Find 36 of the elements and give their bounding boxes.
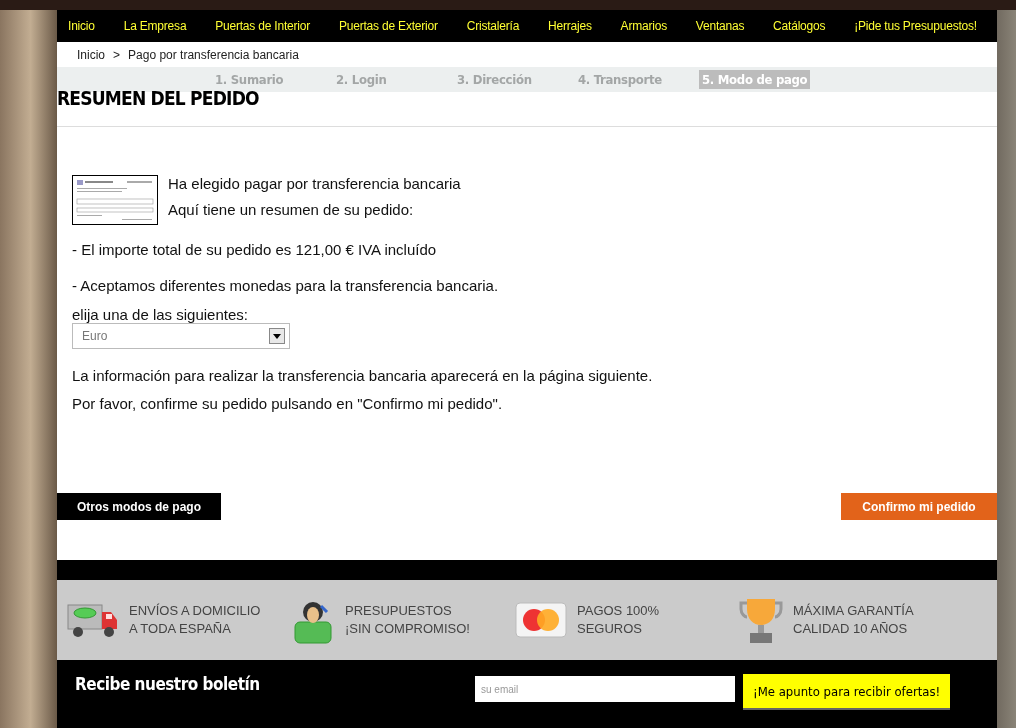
info-text: Por favor, confirme su pedido pulsando en "Confirmo mi pedido". — [72, 395, 504, 412]
checkout-step: 1. Sumario — [215, 72, 336, 87]
nav-link[interactable]: ¡Pide tus Presupuestos! — [854, 19, 977, 33]
nav-link[interactable]: Ventanas — [695, 19, 745, 33]
info-text: Aquí tiene un resumen de su pedido: — [168, 201, 415, 218]
nav-link[interactable]: La Empresa — [123, 19, 187, 33]
checkout-step: 5. Modo de pago — [699, 70, 811, 89]
currency-select[interactable]: Euro — [72, 323, 290, 349]
checkout-step: 4. Transporte — [578, 72, 699, 87]
nav-link[interactable]: Armarios — [620, 19, 667, 33]
checkout-step: 3. Dirección — [457, 72, 578, 87]
checkout-step: 2. Login — [336, 72, 457, 87]
nav-link[interactable]: Herrajes — [548, 19, 592, 33]
other-payment-button[interactable]: Otros modos de pago — [57, 493, 221, 520]
currency-label: elija una de las siguientes: — [72, 306, 249, 323]
info-text: - El importe total de su pedido es 121,00 € IVA incluído — [72, 241, 438, 258]
subscribe-button[interactable]: ¡Me apunto para recibir ofertas! — [743, 674, 951, 708]
feature-text: ENVÍOS A DOMICILIO A TODA ESPAÑA — [129, 602, 261, 638]
newsletter-title: Recibe nuestro boletín — [75, 674, 261, 694]
nav-link[interactable]: Catálogos — [773, 19, 826, 33]
breadcrumb-current: Pago por transferencia bancaria — [128, 47, 299, 62]
nav-link[interactable]: Puertas de Interior — [215, 19, 311, 33]
feature-text: MÁXIMA GARANTÍA CALIDAD 10 AÑOS — [793, 602, 914, 638]
info-text: Ha elegido pagar por transferencia bancaria — [168, 175, 461, 192]
feature-text: PAGOS 100% SEGUROS — [577, 602, 660, 638]
nav-link[interactable]: Puertas de Exterior — [338, 19, 438, 33]
info-text: - Aceptamos diferentes monedas para la transferencia bancaria. — [72, 277, 500, 294]
page-title: RESUMEN DEL PEDIDO — [57, 86, 997, 127]
credit-card-icon — [515, 602, 567, 638]
email-input[interactable]: su email — [475, 676, 735, 702]
info-text: La información para realizar la transferencia bancaria aparecerá en la página siguiente. — [72, 367, 654, 384]
nav-link[interactable]: Inicio — [68, 19, 95, 33]
feature-text: PRESUPUESTOS ¡SIN COMPROMISO! — [345, 602, 470, 638]
nav-link[interactable]: Cristalería — [466, 19, 520, 33]
breadcrumb-separator: > — [113, 47, 121, 62]
breadcrumb-link[interactable]: Inicio — [77, 47, 105, 62]
